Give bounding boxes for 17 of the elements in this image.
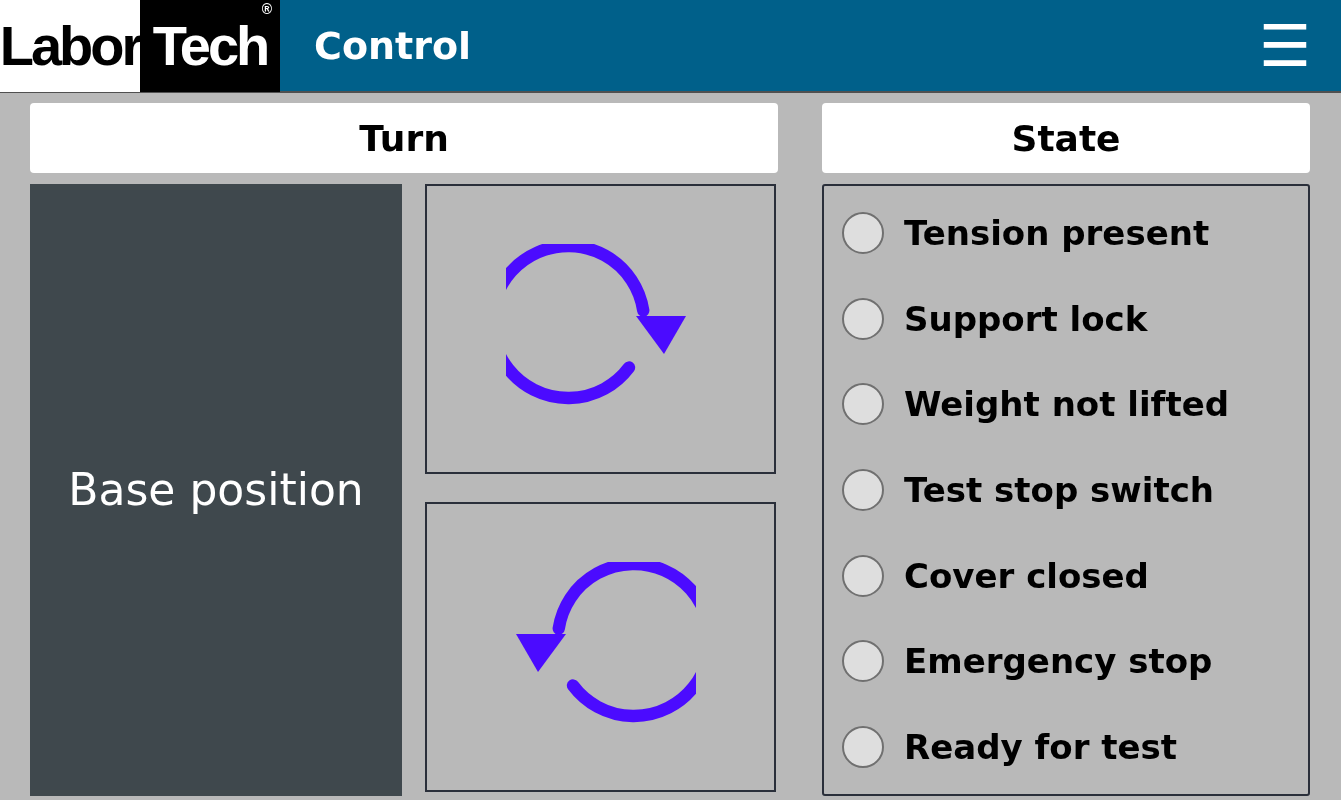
status-label: Tension present [904, 212, 1210, 253]
rotate-clockwise-button[interactable] [425, 184, 776, 474]
status-label: Test stop switch [904, 469, 1214, 510]
page-title: Control [314, 23, 473, 68]
section-title: State [1011, 117, 1121, 159]
logo-text: Labor [0, 13, 141, 78]
status-label: Cover closed [904, 555, 1149, 596]
status-label: Ready for test [904, 727, 1178, 768]
status-label: Weight not lifted [904, 384, 1230, 425]
status-label: Support lock [904, 298, 1148, 339]
status-label: Emergency stop [904, 641, 1213, 682]
rotate-counterclockwise-button[interactable] [425, 502, 776, 792]
logo-text: Tech [152, 14, 268, 78]
registered-mark: ® [261, 1, 272, 17]
menu-button[interactable]: ☰ [1259, 16, 1311, 75]
base-position-button[interactable]: Base position [30, 184, 402, 796]
section-title: Turn [359, 117, 449, 159]
